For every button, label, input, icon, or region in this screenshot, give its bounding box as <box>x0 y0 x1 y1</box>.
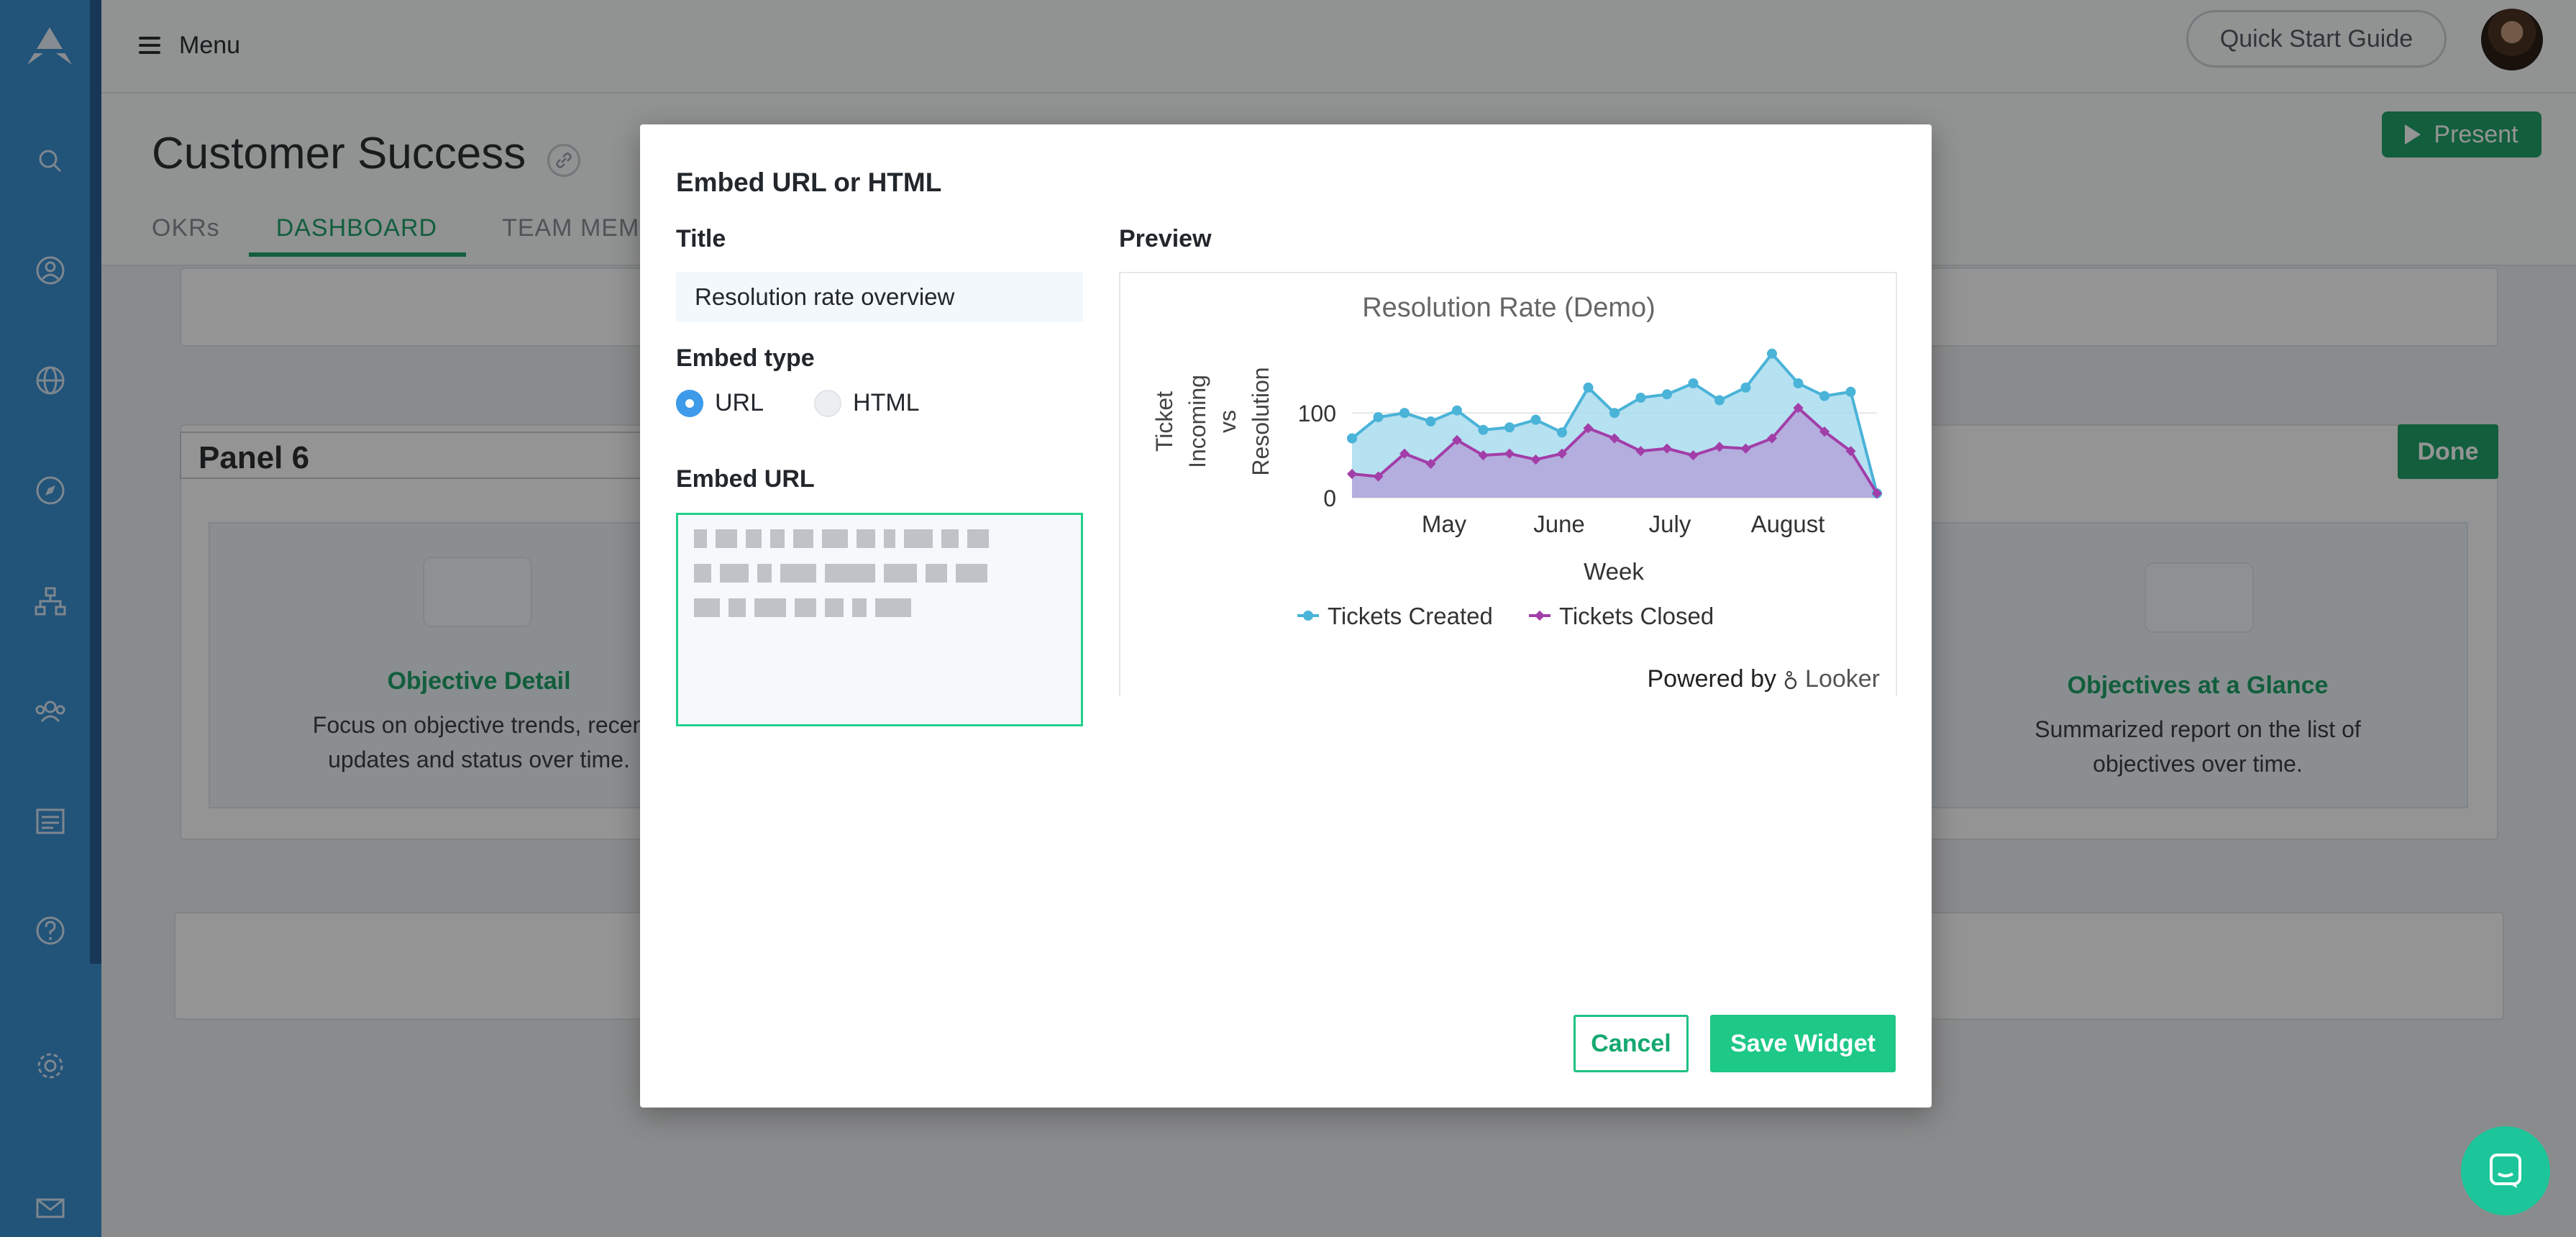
x-tick-label: August <box>1751 511 1825 537</box>
tickets-created-point <box>1452 405 1462 416</box>
looker-wordmark: Looker <box>1805 665 1880 693</box>
tickets-created-point <box>1845 386 1856 397</box>
powered-by: Powered by Looker <box>1647 665 1880 693</box>
radio-html-label[interactable]: HTML <box>853 389 920 417</box>
tickets-created-point <box>1714 395 1725 406</box>
cancel-button[interactable]: Cancel <box>1574 1015 1689 1072</box>
powered-by-text: Powered by <box>1647 665 1777 693</box>
embed-url-label: Embed URL <box>676 465 815 493</box>
tickets-created-point <box>1478 424 1489 435</box>
title-input[interactable] <box>676 272 1083 322</box>
title-label: Title <box>676 225 726 252</box>
radio-html[interactable] <box>814 389 842 417</box>
preview-label: Preview <box>1119 225 1212 252</box>
y-axis-label: Incoming <box>1184 375 1210 468</box>
tickets-created-point <box>1793 378 1804 388</box>
tickets-created-point <box>1425 416 1436 426</box>
tickets-created-point <box>1819 391 1830 401</box>
tickets-created-point <box>1609 408 1620 419</box>
save-widget-button[interactable]: Save Widget <box>1710 1015 1896 1072</box>
tickets-created-point <box>1662 389 1672 400</box>
y-axis-label: Ticket <box>1151 391 1177 452</box>
preview-frame: Resolution Rate (Demo) 0 100 Ticket Incoming… <box>1119 272 1897 696</box>
y-tick-label: 100 <box>1298 401 1336 426</box>
legend-tickets-created: Tickets Created <box>1328 603 1493 629</box>
chat-launcher-button[interactable] <box>2461 1126 2550 1215</box>
resolution-rate-chart: Resolution Rate (Demo) 0 100 Ticket Incoming… <box>1151 293 1883 629</box>
tickets-created-point <box>1583 382 1594 393</box>
embed-url-textarea[interactable] <box>676 513 1083 726</box>
tickets-created-point <box>1399 408 1410 419</box>
tickets-created-point <box>1373 412 1384 423</box>
y-tick-label: 0 <box>1323 485 1336 511</box>
embed-type-radios: URL HTML <box>676 389 920 417</box>
x-tick-label: June <box>1533 511 1585 537</box>
y-axis-label: vs <box>1215 410 1241 433</box>
legend-closed-marker <box>1534 610 1545 621</box>
tickets-created-point <box>1530 414 1541 425</box>
legend-tickets-closed: Tickets Closed <box>1559 603 1714 629</box>
tickets-created-point <box>1504 422 1515 433</box>
tickets-created-point <box>1688 378 1699 388</box>
x-axis-label: Week <box>1584 558 1644 585</box>
radio-url-label[interactable]: URL <box>715 389 764 417</box>
tickets-created-point <box>1557 427 1567 438</box>
modal-title: Embed URL or HTML <box>676 168 942 197</box>
chat-icon <box>2490 1154 2521 1188</box>
chart-title: Resolution Rate (Demo) <box>1362 293 1655 323</box>
y-axis-label: Resolution <box>1248 367 1274 475</box>
x-tick-label: May <box>1422 511 1467 537</box>
legend-created-marker <box>1303 611 1313 621</box>
embed-modal: Embed URL or HTML Title Embed type URL H… <box>640 124 1932 1108</box>
looker-logo-icon <box>1783 669 1798 690</box>
tickets-created-point <box>1740 382 1751 393</box>
tickets-created-point <box>1347 433 1357 444</box>
tickets-created-point <box>1635 393 1646 403</box>
embed-type-label: Embed type <box>676 344 815 372</box>
x-tick-label: July <box>1649 511 1691 537</box>
tickets-created-point <box>1767 348 1777 359</box>
radio-url[interactable] <box>676 389 703 417</box>
